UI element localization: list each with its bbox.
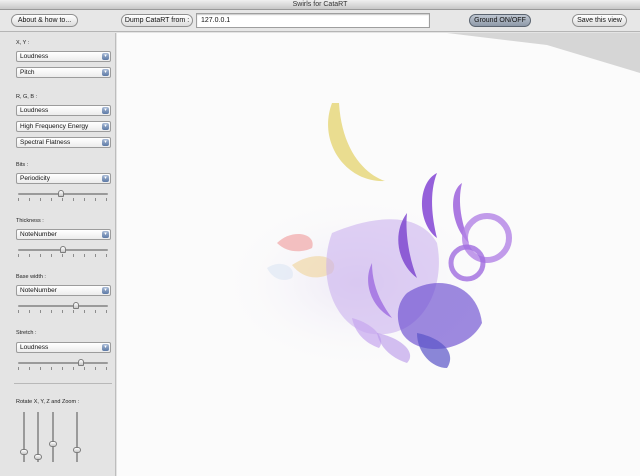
bits-select[interactable]: Periodicity ▾ [16, 173, 111, 184]
swirls-3d-view[interactable] [117, 33, 640, 476]
stretch-select[interactable]: Loudness ▾ [16, 342, 111, 353]
chevron-down-icon: ▾ [102, 231, 109, 238]
slider-track [18, 305, 108, 307]
chevron-down-icon: ▾ [102, 107, 109, 114]
stretch-label: Stretch : [16, 330, 37, 336]
r-select-value: Loudness [20, 107, 49, 114]
rotate-z-slider[interactable] [49, 412, 57, 462]
slider-knob[interactable] [73, 447, 81, 454]
ground-toggle-button[interactable]: Ground ON/OFF [469, 14, 531, 27]
base-width-select[interactable]: NoteNumber ▾ [16, 285, 111, 296]
bits-select-value: Periodicity [20, 175, 50, 182]
rotate-x-slider[interactable] [20, 412, 28, 462]
slider-ticks [18, 254, 108, 257]
x-select-value: Loudness [20, 53, 49, 60]
rgb-label: R, G, B : [16, 94, 38, 100]
slider-ticks [18, 198, 108, 201]
g-select[interactable]: High Frequency Energy ▾ [16, 121, 111, 132]
base-width-select-value: NoteNumber [20, 287, 57, 294]
y-select-value: Pitch [20, 69, 35, 76]
slider-knob[interactable] [60, 246, 66, 253]
chevron-down-icon: ▾ [102, 123, 109, 130]
xy-label: X, Y : [16, 40, 30, 46]
thickness-label: Thickness : [16, 218, 44, 224]
b-select[interactable]: Spectral Flatness ▾ [16, 137, 111, 148]
base-width-label: Base width : [16, 274, 46, 280]
yellow-swirl [328, 103, 385, 182]
chevron-down-icon: ▾ [102, 139, 109, 146]
app-window: Swirls for CataRT About & how to... Dump… [0, 0, 640, 476]
slider-knob[interactable] [34, 453, 42, 460]
rotate-y-slider[interactable] [34, 412, 42, 462]
g-select-value: High Frequency Energy [20, 123, 89, 130]
controls-sidebar: X, Y : Loudness ▾ Pitch ▾ R, G, B : Loudne… [0, 33, 116, 476]
r-select[interactable]: Loudness ▾ [16, 105, 111, 116]
b-select-value: Spectral Flatness [20, 139, 71, 146]
divider [14, 383, 112, 384]
chevron-down-icon: ▾ [102, 287, 109, 294]
thickness-slider[interactable] [18, 246, 108, 257]
chevron-down-icon: ▾ [102, 175, 109, 182]
slider-knob[interactable] [49, 440, 57, 447]
slider-knob[interactable] [78, 359, 85, 366]
save-view-button[interactable]: Save this view [572, 14, 627, 27]
window-title: Swirls for CataRT [0, 0, 640, 10]
slider-track [18, 362, 108, 364]
bits-slider[interactable] [18, 190, 108, 201]
rotate-label: Rotate X, Y, Z and Zoom : [16, 399, 80, 405]
slider-knob[interactable] [58, 190, 65, 197]
dump-catart-button[interactable]: Dump CataRT from : [121, 14, 193, 27]
thickness-select[interactable]: NoteNumber ▾ [16, 229, 111, 240]
bits-label: Bits : [16, 162, 29, 168]
chevron-down-icon: ▾ [102, 69, 109, 76]
slider-knob[interactable] [72, 302, 79, 309]
slider-knob[interactable] [20, 449, 28, 456]
swirls-visualization [217, 33, 640, 373]
toolbar: About & how to... Dump CataRT from : 127… [0, 10, 640, 32]
chevron-down-icon: ▾ [102, 344, 109, 351]
slider-track [76, 412, 78, 462]
zoom-slider[interactable] [73, 412, 81, 462]
thickness-select-value: NoteNumber [20, 231, 57, 238]
y-select[interactable]: Pitch ▾ [16, 67, 111, 78]
slider-track [52, 412, 54, 462]
x-select[interactable]: Loudness ▾ [16, 51, 111, 62]
about-button[interactable]: About & how to... [11, 14, 78, 27]
chevron-down-icon: ▾ [102, 53, 109, 60]
stretch-select-value: Loudness [20, 344, 49, 351]
ground-plane [447, 33, 640, 73]
base-width-slider[interactable] [18, 302, 108, 313]
ip-address-input[interactable]: 127.0.0.1 [196, 13, 430, 28]
slider-ticks [18, 310, 108, 313]
slider-ticks [18, 367, 108, 370]
stretch-slider[interactable] [18, 359, 108, 370]
